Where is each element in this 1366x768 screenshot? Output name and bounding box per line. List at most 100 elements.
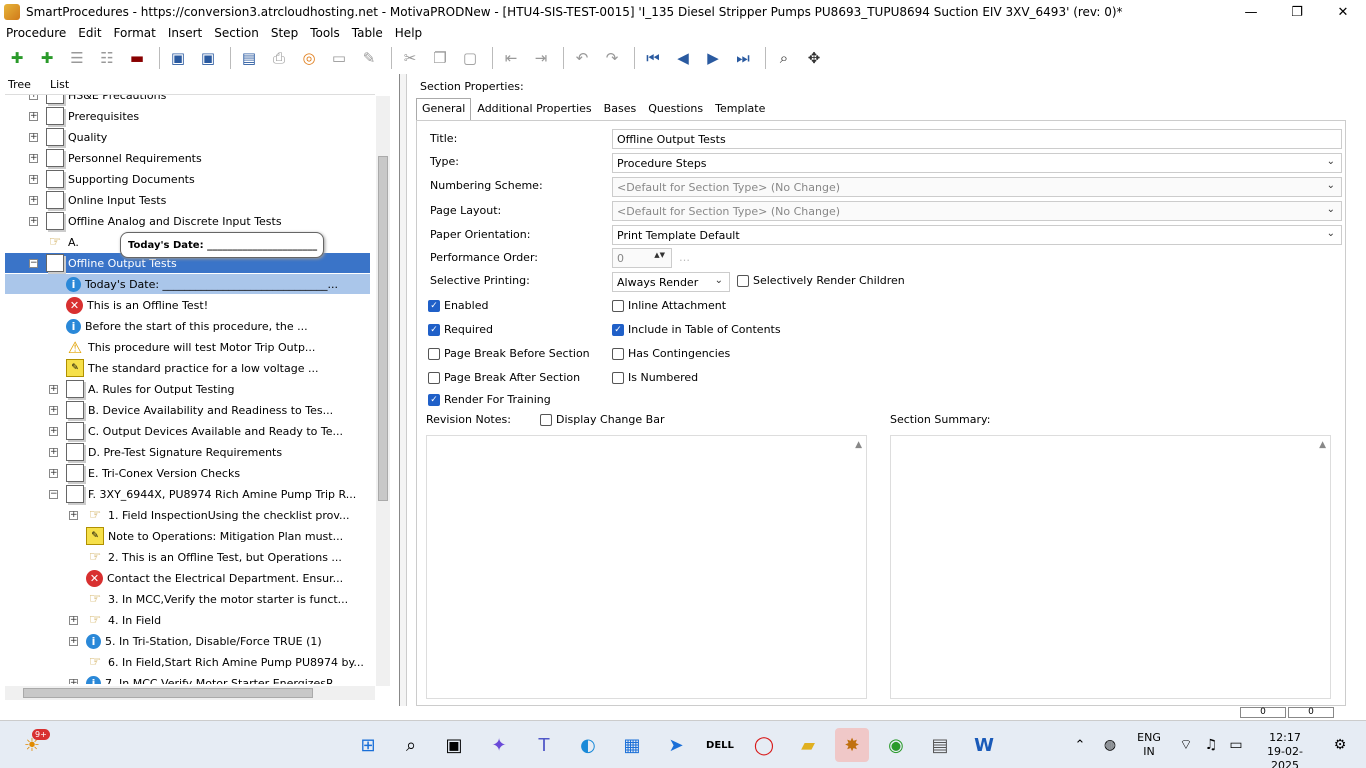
tree-node[interactable]: + i 5. In Tri-Station, Disable/Force TRUE … <box>5 631 370 651</box>
menu-tools[interactable]: Tools <box>304 26 346 40</box>
cut-icon[interactable]: ✂ <box>397 45 423 71</box>
enabled-checkbox[interactable]: ✓ Enabled <box>428 299 488 312</box>
task-view-icon[interactable]: ▣ <box>440 731 468 759</box>
inline-attachment-checkbox[interactable]: Inline Attachment <box>612 299 726 312</box>
page-break-after-checkbox[interactable]: Page Break After Section <box>428 371 580 384</box>
wifi-icon[interactable]: ⌔ <box>1172 731 1200 759</box>
expand-toggle[interactable]: + <box>29 216 38 226</box>
scroll-up-icon[interactable]: ▲ <box>855 440 862 450</box>
selectively-render-children-checkbox[interactable]: Selectively Render Children <box>737 274 905 287</box>
outdent-icon[interactable]: ⇤ <box>498 45 524 71</box>
tree-node[interactable]: ✕ Contact the Electrical Department. Ensu… <box>5 568 370 588</box>
expand-toggle[interactable]: + <box>29 95 38 100</box>
network-status-icon[interactable]: ◍ <box>1096 731 1124 759</box>
tree-vertical-scrollbar[interactable] <box>376 96 390 686</box>
tab-questions[interactable]: Questions <box>642 98 709 120</box>
tree-node[interactable]: + A. Rules for Output Testing <box>5 379 370 399</box>
teams-icon[interactable]: T <box>530 731 558 759</box>
tab-list[interactable]: List <box>50 78 69 91</box>
next-icon[interactable]: ▶ <box>700 45 726 71</box>
tree-node[interactable]: − F. 3XY_6944X, PU8974 Rich Amine Pump Tr… <box>5 484 370 504</box>
power-automate-icon[interactable]: ➤ <box>662 731 690 759</box>
template-icon[interactable]: ▭ <box>326 45 352 71</box>
tree-node[interactable]: ☞ 3. In MCC,Verify the motor starter is f… <box>5 589 370 609</box>
tab-bases[interactable]: Bases <box>598 98 643 120</box>
panel-splitter[interactable] <box>399 74 407 706</box>
expand-toggle[interactable]: + <box>69 678 78 684</box>
add-icon[interactable]: ✚ <box>4 45 30 71</box>
include-toc-checkbox[interactable]: ✓ Include in Table of Contents <box>612 323 781 336</box>
expand-toggle[interactable]: + <box>29 111 38 121</box>
word-icon[interactable]: W <box>970 731 998 759</box>
first-icon[interactable]: ⏮ <box>640 45 666 71</box>
copilot-icon[interactable]: ✦ <box>485 731 513 759</box>
expand-toggle[interactable]: + <box>69 615 78 625</box>
list-alt-icon[interactable]: ☷ <box>94 45 120 71</box>
required-checkbox[interactable]: ✓ Required <box>428 323 493 336</box>
expand-toggle[interactable]: + <box>49 447 58 457</box>
close-button[interactable]: ✕ <box>1320 0 1366 24</box>
paste-icon[interactable]: ▢ <box>457 45 483 71</box>
procedure-tree[interactable]: + HS&E Precautions + Prerequisites + Quality +… <box>5 94 375 684</box>
tree-node[interactable]: ☞ 6. In Field,Start Rich Amine Pump PU897… <box>5 652 370 672</box>
orientation-select[interactable]: Print Template Default ⌄ <box>612 225 1342 245</box>
tree-node[interactable]: i Today's Date: _________________________… <box>5 274 370 294</box>
menu-help[interactable]: Help <box>389 26 428 40</box>
page-break-before-checkbox[interactable]: Page Break Before Section <box>428 347 590 360</box>
publish-icon[interactable]: ▤ <box>236 45 262 71</box>
save-icon[interactable]: ▣ <box>195 45 221 71</box>
tools-icon[interactable]: ✎ <box>356 45 382 71</box>
selective-printing-select[interactable]: Always Render ⌄ <box>612 272 730 292</box>
tree-node[interactable]: ☞ 2. This is an Offline Test, but Operati… <box>5 547 370 567</box>
restore-button[interactable]: ❐ <box>1274 0 1320 24</box>
render-for-training-checkbox[interactable]: ✓ Render For Training <box>428 393 551 406</box>
tree-node[interactable]: ✎ Note to Operations: Mitigation Plan mus… <box>5 526 370 546</box>
volume-icon[interactable]: ♫ <box>1197 731 1225 759</box>
tree-node[interactable]: ⚠ This procedure will test Motor Trip Out… <box>5 337 370 357</box>
tab-general[interactable]: General <box>416 98 472 120</box>
tab-tree[interactable]: Tree <box>8 78 31 91</box>
revision-notes-editor[interactable]: ▲ <box>426 435 867 699</box>
list-icon[interactable]: ☰ <box>64 45 90 71</box>
expand-toggle[interactable]: − <box>49 489 58 499</box>
app-user-icon[interactable]: ▤ <box>926 731 954 759</box>
tree-node[interactable]: ✕ This is an Offline Test! <box>5 295 370 315</box>
tree-node[interactable]: i Before the start of this procedure, the… <box>5 316 370 336</box>
tree-node[interactable]: + C. Output Devices Available and Ready t… <box>5 421 370 441</box>
redo-icon[interactable]: ↷ <box>599 45 625 71</box>
previous-icon[interactable]: ◀ <box>670 45 696 71</box>
expand-toggle[interactable]: + <box>69 510 78 520</box>
delete-icon[interactable]: ▬ <box>124 45 150 71</box>
ellipsis-button[interactable]: … <box>679 251 690 264</box>
battery-icon[interactable]: ▭ <box>1222 731 1250 759</box>
clock[interactable]: 12:17 19-02-2025 <box>1254 731 1316 768</box>
tree-node[interactable]: + B. Device Availability and Readiness to… <box>5 400 370 420</box>
language-indicator[interactable]: ENG IN <box>1132 731 1166 759</box>
find-icon[interactable]: ⌕ <box>771 45 797 71</box>
expand-toggle[interactable]: + <box>49 468 58 478</box>
tree-node[interactable]: + E. Tri-Conex Version Checks <box>5 463 370 483</box>
tree-node[interactable]: + ☞ 1. Field InspectionUsing the checklist… <box>5 505 370 525</box>
chrome-icon[interactable]: ◉ <box>882 731 910 759</box>
minimize-button[interactable]: — <box>1228 0 1274 24</box>
menu-procedure[interactable]: Procedure <box>0 26 72 40</box>
tree-node[interactable]: + Quality <box>5 127 370 147</box>
menu-format[interactable]: Format <box>108 26 162 40</box>
link-icon[interactable]: ◎ <box>296 45 322 71</box>
menu-edit[interactable]: Edit <box>72 26 107 40</box>
chevron-up-icon[interactable]: ⌃ <box>1066 731 1094 759</box>
expand-toggle[interactable]: − <box>29 258 38 268</box>
menu-insert[interactable]: Insert <box>162 26 208 40</box>
is-numbered-checkbox[interactable]: Is Numbered <box>612 371 698 384</box>
expand-toggle[interactable]: + <box>29 195 38 205</box>
smartprocedures-taskbar-icon[interactable]: ✸ <box>835 728 869 762</box>
tree-node[interactable]: + ☞ 4. In Field <box>5 610 370 630</box>
file-explorer-icon[interactable]: ▰ <box>794 731 822 759</box>
section-summary-editor[interactable]: ▲ <box>890 435 1331 699</box>
dell-icon[interactable]: DELL <box>706 731 734 759</box>
add-child-icon[interactable]: ✚ <box>34 45 60 71</box>
expand-toggle[interactable]: + <box>29 174 38 184</box>
search-icon[interactable]: ⌕ <box>397 731 425 759</box>
tree-node[interactable]: ✎ The standard practice for a low voltage… <box>5 358 370 378</box>
tree-node[interactable]: + i 7. In MCC,Verify Motor Starter Energiz… <box>5 673 370 684</box>
